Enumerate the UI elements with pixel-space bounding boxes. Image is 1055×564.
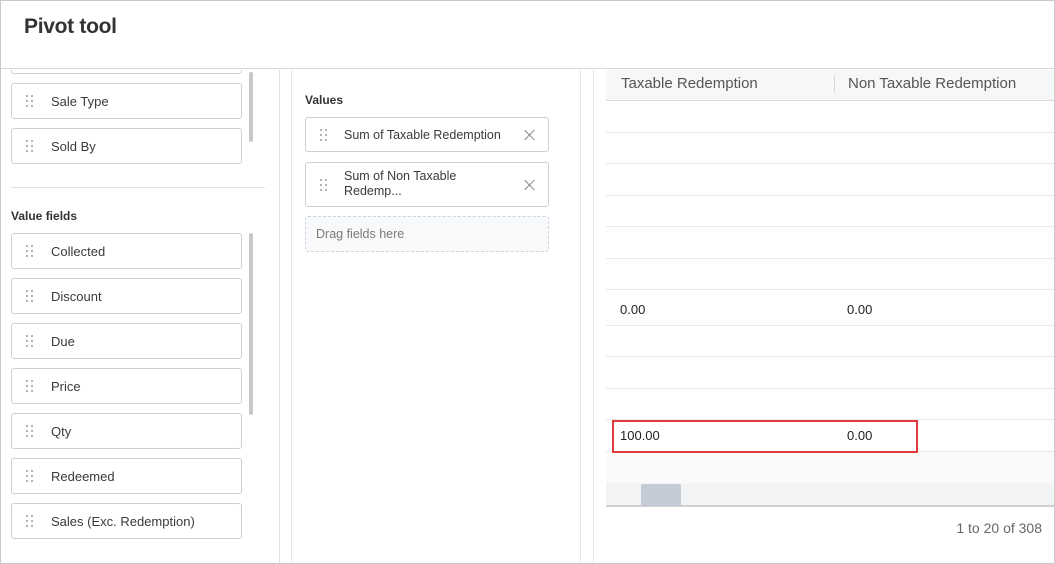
header: Pivot tool xyxy=(1,1,1054,69)
table-row xyxy=(606,164,1054,196)
value-item-taxable-redemption[interactable]: Sum of Taxable Redemption xyxy=(305,117,549,152)
field-label: Discount xyxy=(51,289,102,304)
field-label: Collected xyxy=(51,244,106,259)
values-panel: Values Sum of Taxable Redemption Sum of … xyxy=(291,70,581,563)
highlight-box xyxy=(612,420,918,453)
horizontal-scrollbar[interactable] xyxy=(606,483,1054,507)
grid-header: Taxable Redemption Non Taxable Redemptio… xyxy=(606,70,1054,101)
drag-handle-icon[interactable] xyxy=(320,178,328,191)
drag-handle-icon[interactable] xyxy=(26,140,34,152)
row-fields-scrollbar[interactable] xyxy=(249,72,253,142)
field-item-sold-by[interactable]: Sold By xyxy=(11,128,242,164)
field-label: Due xyxy=(51,334,75,349)
field-item-due[interactable]: Due xyxy=(11,323,242,359)
field-label: Sale Type xyxy=(51,94,109,109)
field-item-redeemed[interactable]: Redeemed xyxy=(11,458,242,494)
scrollbar-thumb[interactable] xyxy=(641,484,681,506)
field-item-discount[interactable]: Discount xyxy=(11,278,242,314)
close-icon[interactable] xyxy=(524,129,536,141)
drag-handle-icon[interactable] xyxy=(26,380,34,392)
field-item-collected[interactable]: Collected xyxy=(11,233,242,269)
table-row xyxy=(606,452,1054,483)
table-row xyxy=(606,326,1054,357)
column-separator[interactable] xyxy=(834,75,835,93)
drop-zone-placeholder: Drag fields here xyxy=(316,227,405,241)
page-title: Pivot tool xyxy=(24,15,117,38)
drag-handle-icon[interactable] xyxy=(26,515,34,527)
table-row xyxy=(606,259,1054,290)
field-item-sale-type[interactable]: Sale Type xyxy=(11,83,242,119)
field-item-qty[interactable]: Qty xyxy=(11,413,242,449)
field-item-price[interactable]: Price xyxy=(11,368,242,404)
cell-non-taxable: 0.00 xyxy=(847,302,873,317)
field-label: Redeemed xyxy=(51,469,115,484)
field-label: Sold By xyxy=(51,139,96,154)
field-label: Sales (Exc. Redemption) xyxy=(51,514,195,529)
table-row: 0.00 0.00 xyxy=(606,294,1054,326)
value-fields-scrollbar[interactable] xyxy=(249,233,253,415)
value-item-label: Sum of Taxable Redemption xyxy=(344,128,501,142)
drag-handle-icon[interactable] xyxy=(320,128,328,141)
table-row xyxy=(606,133,1054,164)
cell-taxable: 0.00 xyxy=(620,302,646,317)
field-label: Price xyxy=(51,379,81,394)
pagination-summary: 1 to 20 of 308 xyxy=(956,520,1042,536)
pivot-tool-window: Pivot tool Sale Type Sold By Value field… xyxy=(0,0,1055,564)
field-item-sales-exc-redemption[interactable]: Sales (Exc. Redemption) xyxy=(11,503,242,539)
section-divider xyxy=(11,187,265,188)
values-title: Values xyxy=(305,93,344,107)
drag-handle-icon[interactable] xyxy=(26,335,34,347)
table-row xyxy=(606,196,1054,227)
field-list-panel: Sale Type Sold By Value fields Collected… xyxy=(1,70,280,563)
drag-handle-icon[interactable] xyxy=(26,95,34,107)
grid-left-gutter xyxy=(593,70,606,563)
value-item-non-taxable-redemption[interactable]: Sum of Non Taxable Redemp... xyxy=(305,162,549,207)
close-icon[interactable] xyxy=(524,179,536,191)
field-item-partial[interactable] xyxy=(11,70,242,74)
drag-handle-icon[interactable] xyxy=(26,470,34,482)
table-row xyxy=(606,389,1054,420)
table-row xyxy=(606,357,1054,389)
field-label: Qty xyxy=(51,424,72,439)
value-item-label: Sum of Non Taxable Redemp... xyxy=(344,169,457,198)
values-drop-zone[interactable]: Drag fields here xyxy=(305,216,549,252)
drag-handle-icon[interactable] xyxy=(26,290,34,302)
drag-handle-icon[interactable] xyxy=(26,425,34,437)
drag-handle-icon[interactable] xyxy=(26,245,34,257)
column-header-taxable-redemption[interactable]: Taxable Redemption xyxy=(621,75,758,92)
table-row xyxy=(606,101,1054,133)
value-fields-title: Value fields xyxy=(11,209,78,223)
column-header-non-taxable-redemption[interactable]: Non Taxable Redemption xyxy=(848,75,1016,92)
table-row xyxy=(606,227,1054,259)
